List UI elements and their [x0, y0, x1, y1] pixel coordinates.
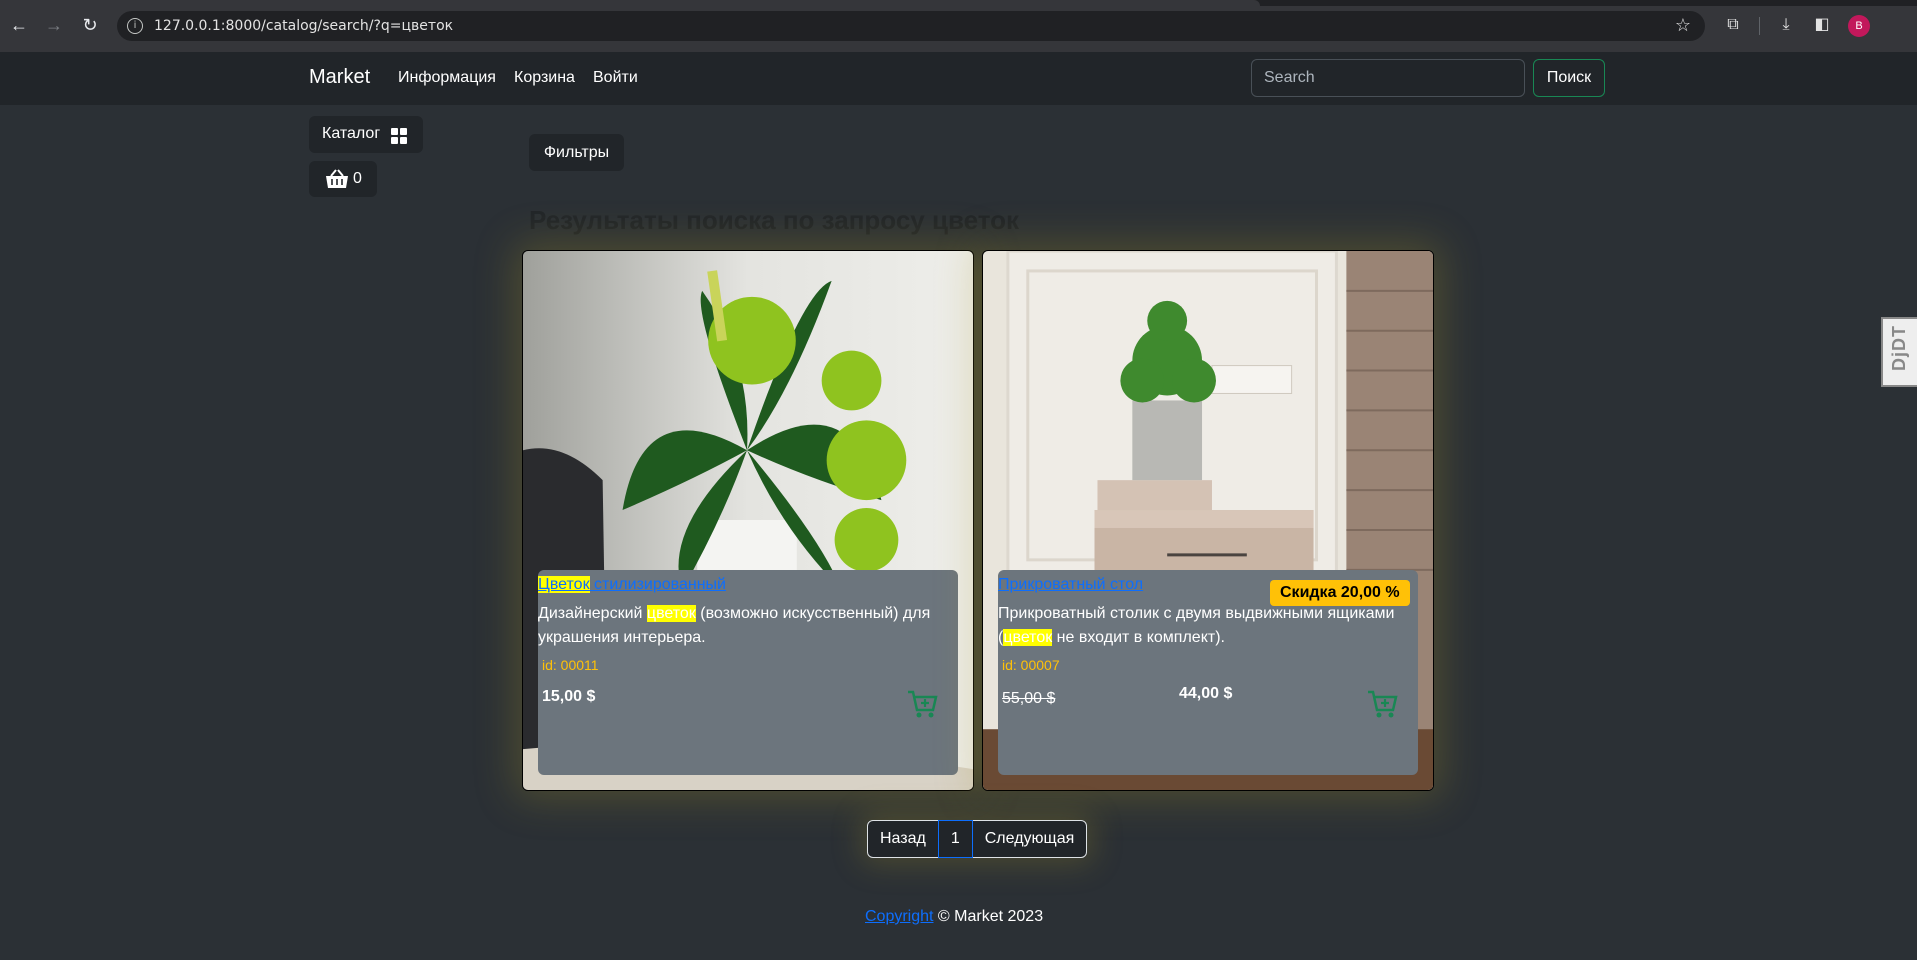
pagination-next[interactable]: Следующая: [971, 820, 1088, 858]
footer: Copyright © Market 2023: [865, 908, 1043, 926]
product-price: 15,00 $: [542, 688, 596, 705]
address-bar[interactable]: i 127.0.0.1:8000/catalog/search/?q=цвето…: [117, 11, 1705, 41]
filters-button[interactable]: Фильтры: [529, 134, 624, 171]
add-to-cart-icon[interactable]: [1366, 688, 1398, 720]
product-title-link[interactable]: Прикроватный стол: [998, 576, 1143, 594]
product-title-link[interactable]: Цветок стилизированный: [538, 576, 726, 594]
basket-icon: [326, 169, 348, 188]
profile-avatar[interactable]: B: [1848, 15, 1870, 37]
results-title: Результаты поиска по запросу цветок: [529, 205, 1019, 235]
debug-toolbar-label: DjDT: [1889, 325, 1909, 371]
active-tab[interactable]: [0, 0, 1260, 6]
site-navbar: Market Информация Корзина Войти Search П…: [0, 52, 1917, 105]
cart-count: 0: [353, 170, 362, 187]
back-icon[interactable]: ←: [8, 14, 30, 36]
debug-toolbar-handle[interactable]: DjDT: [1881, 317, 1917, 387]
search-button[interactable]: Поиск: [1533, 59, 1605, 97]
product-info-panel: Цветок стилизированный Дизайнерский цвет…: [538, 570, 958, 775]
catalog-button[interactable]: Каталог: [309, 116, 423, 153]
product-old-price: 55,00 $: [1002, 690, 1056, 707]
description-highlight: цветок: [646, 605, 696, 622]
forward-icon[interactable]: →: [43, 14, 65, 36]
title-highlight[interactable]: Цветок: [538, 576, 590, 593]
side-panel-icon[interactable]: ◧: [1811, 14, 1833, 36]
pagination: Назад 1 Следующая: [867, 820, 1088, 858]
download-icon[interactable]: ⤓: [1775, 14, 1797, 36]
nav-link-login[interactable]: Войти: [593, 69, 638, 87]
pagination-page-current[interactable]: 1: [937, 820, 973, 858]
product-id: id: 00007: [1002, 657, 1060, 673]
nav-link-info[interactable]: Информация: [398, 69, 496, 87]
cart-button[interactable]: 0: [309, 161, 377, 197]
product-card[interactable]: Прикроватный стол Прикроватный столик с …: [982, 250, 1434, 791]
bookmark-star-icon[interactable]: ☆: [1675, 15, 1691, 36]
discount-badge: Скидка 20,00 %: [1270, 580, 1410, 606]
add-to-cart-icon[interactable]: [906, 688, 938, 720]
product-card[interactable]: Цветок стилизированный Дизайнерский цвет…: [522, 250, 974, 791]
copyright-link[interactable]: Copyright: [865, 908, 933, 925]
product-description: Дизайнерский цветок (возможно искусствен…: [538, 605, 931, 646]
product-new-price: 44,00 $: [1179, 685, 1233, 702]
extensions-icon[interactable]: ⧉: [1722, 14, 1744, 36]
search-input[interactable]: Search: [1251, 59, 1525, 97]
pagination-prev[interactable]: Назад: [867, 820, 939, 858]
brand-logo[interactable]: Market: [309, 66, 370, 89]
catalog-label: Каталог: [322, 125, 381, 142]
address-url[interactable]: 127.0.0.1:8000/catalog/search/?q=цветок: [154, 18, 453, 34]
product-id: id: 00011: [542, 657, 599, 673]
browser-toolbar: ← → ↻ i 127.0.0.1:8000/catalog/search/?q…: [0, 0, 1917, 52]
footer-text: © Market 2023: [933, 908, 1044, 925]
grid-icon: [391, 128, 407, 144]
reload-icon[interactable]: ↻: [79, 14, 101, 36]
nav-link-cart[interactable]: Корзина: [514, 69, 575, 87]
title-rest[interactable]: стилизированный: [590, 576, 726, 593]
tab-strip: [0, 0, 1917, 6]
site-info-icon[interactable]: i: [127, 18, 143, 34]
description-highlight: цветок: [1003, 629, 1053, 646]
product-description: Прикроватный столик с двумя выдвижными я…: [998, 605, 1395, 646]
toolbar-divider: [1759, 17, 1760, 35]
